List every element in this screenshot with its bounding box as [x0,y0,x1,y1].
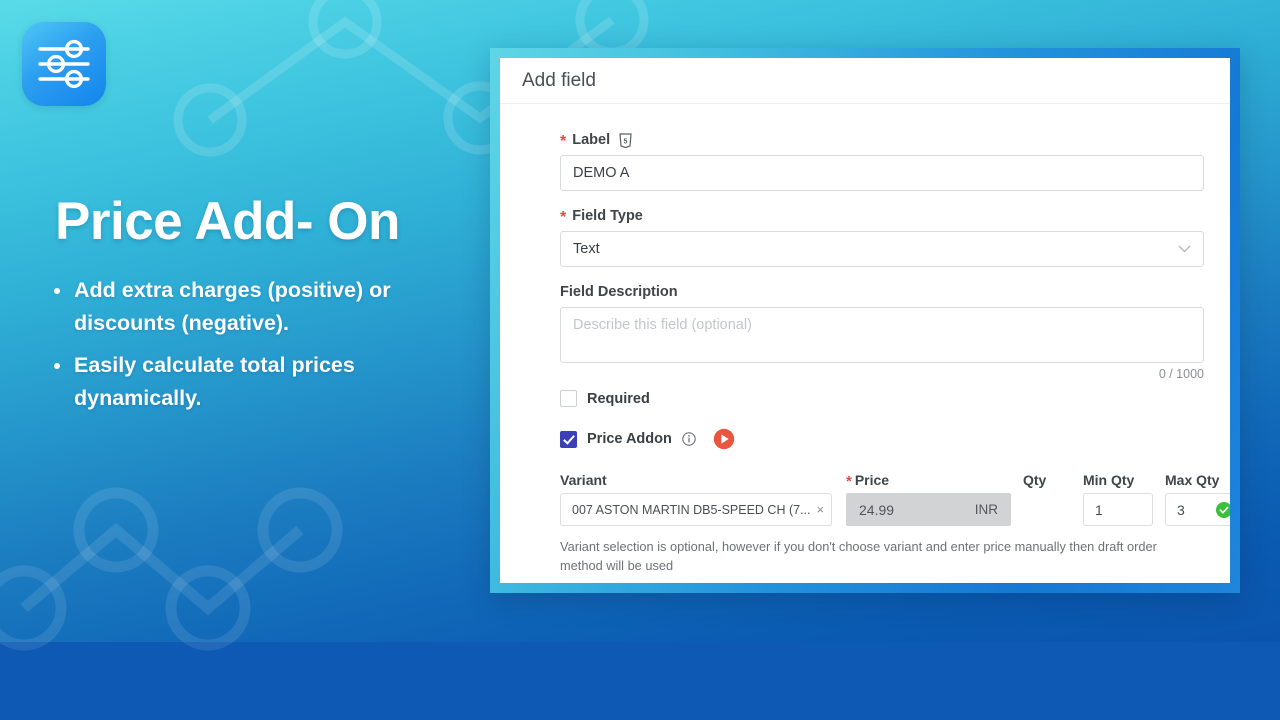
screenshot-frame: Add field * Label 5 DEMO A * Field Type … [490,48,1240,593]
label-input-value: DEMO A [573,165,630,181]
label-input[interactable]: DEMO A [560,155,1204,191]
field-type-label-text: Field Type [572,208,643,224]
list-item: Easily calculate total prices dynamicall… [52,349,452,415]
column-header-variant: Variant [560,471,607,488]
required-asterisk: * [846,473,852,490]
valid-check-icon [1216,501,1230,518]
character-counter: 0 / 1000 [1158,367,1204,381]
field-description-textarea[interactable]: Describe this field (optional) [560,307,1204,363]
column-header-price: * Price [846,471,1011,491]
price-addon-checkbox-row[interactable]: Price Addon [560,427,1204,451]
label-field-group: * Label 5 DEMO A [560,132,1204,191]
required-asterisk: * [560,209,567,226]
column-header-price-text: Price [854,471,890,488]
label-field-label-text: Label [572,132,611,148]
price-input[interactable]: 24.99 INR [846,493,1011,526]
add-field-dialog: Add field * Label 5 DEMO A * Field Type … [500,58,1230,583]
column-header-min-qty: Min Qty [1083,471,1135,488]
label-field-label: * Label 5 [560,132,1204,150]
variant-select[interactable]: 007 ASTON MARTIN DB5-SPEED CH (7... × [560,493,832,526]
field-description-placeholder: Describe this field (optional) [573,317,752,333]
list-item: Add extra charges (positive) or discount… [52,274,452,340]
field-type-group: * Field Type Text [560,208,1204,267]
clear-variant-icon[interactable]: × [811,503,825,516]
max-qty-value: 3 [1177,501,1185,518]
price-addon-checkbox-label: Price Addon [587,431,672,447]
variant-pricing-table: Variant * Price Qty Min Qty Max Qty 007 … [560,471,1230,526]
play-button-icon[interactable] [712,427,736,451]
dialog-body: * Label 5 DEMO A * Field Type Text Field… [500,104,1230,575]
background-bottom-band [0,642,1280,720]
field-description-group: Field Description Describe this field (o… [560,284,1204,381]
required-checkbox[interactable] [560,390,577,407]
page-title: Price Add- On [55,192,400,251]
field-type-selected-value: Text [573,241,600,257]
currency-label: INR [974,502,998,517]
variant-helper-text: Variant selection is optional, however i… [560,539,1157,573]
sliders-icon [38,39,90,89]
svg-text:5: 5 [624,138,628,145]
chevron-down-icon [1178,243,1191,255]
field-type-label: * Field Type [560,208,1204,226]
feature-bullet-list: Add extra charges (positive) or discount… [52,274,452,424]
info-icon[interactable] [682,432,696,446]
field-type-select[interactable]: Text [560,231,1204,267]
min-qty-value: 1 [1095,501,1103,518]
required-checkbox-row[interactable]: Required [560,390,1204,407]
slide-canvas: Price Add- On Add extra charges (positiv… [0,0,1280,720]
dialog-title: Add field [500,58,1230,104]
required-asterisk: * [560,133,567,150]
max-qty-input[interactable]: 3 [1165,493,1230,526]
price-value: 24.99 [859,501,895,518]
min-qty-input[interactable]: 1 [1083,493,1153,526]
required-checkbox-label: Required [587,390,650,407]
column-header-qty: Qty [1023,471,1047,488]
price-addon-checkbox[interactable] [560,430,577,448]
app-logo [22,22,106,106]
variant-select-value: 007 ASTON MARTIN DB5-SPEED CH (7... [572,502,811,517]
column-header-max-qty: Max Qty [1165,471,1220,488]
field-description-label: Field Description [560,284,678,300]
html5-icon: 5 [619,132,632,148]
